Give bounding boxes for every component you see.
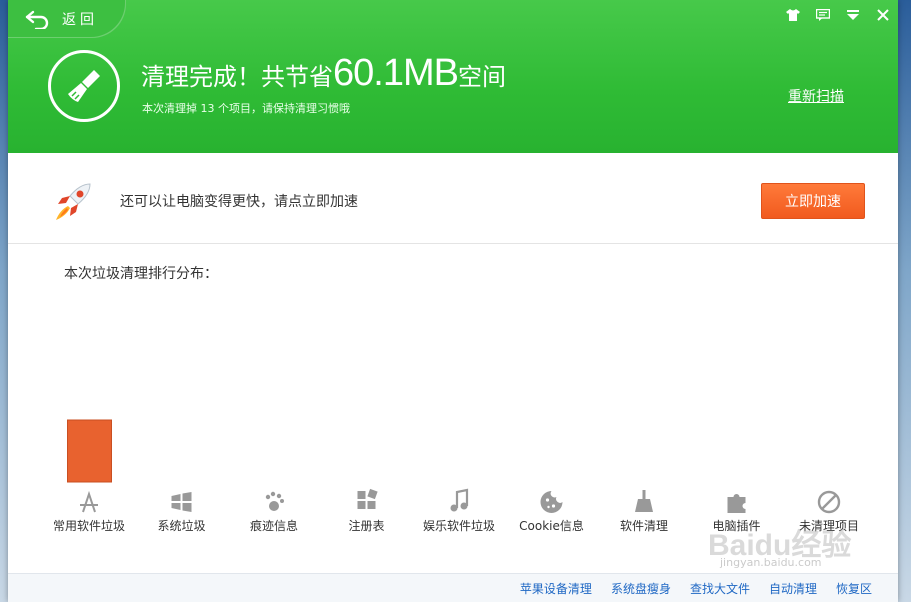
cookie-icon xyxy=(540,491,563,513)
category-label: 注册表 xyxy=(348,518,384,533)
back-button[interactable]: 返回 xyxy=(8,0,126,38)
feedback-icon[interactable] xyxy=(814,6,832,24)
saved-amount: 60.1MB xyxy=(333,52,459,94)
result-header: 返回 清理完成！共节省 60.1MB 空间 本次清理掉 13 个项目，请保持清理… xyxy=(8,0,898,153)
headline-suffix: 空间 xyxy=(457,63,506,91)
footer-link[interactable]: 系统盘瘦身 xyxy=(611,580,671,597)
rocket-icon xyxy=(56,183,91,220)
category-label: 娱乐软件垃圾 xyxy=(423,518,495,533)
menu-icon[interactable] xyxy=(844,6,862,24)
result-subtitle: 本次清理掉 13 个项目，请保持清理习惯哦 xyxy=(142,102,350,115)
footer-bar: 苹果设备清理 系统盘瘦身 查找大文件 自动清理 恢复区 xyxy=(8,573,898,602)
forbidden-icon xyxy=(817,490,841,514)
back-label: 返回 xyxy=(62,12,98,28)
windows-icon xyxy=(171,492,192,512)
bar-0 xyxy=(67,419,112,483)
broom-icon xyxy=(635,490,653,512)
footer-link[interactable]: 苹果设备清理 xyxy=(520,580,592,597)
speedup-banner: 还可以让电脑变得更快，请点立即加速 立即加速 xyxy=(8,153,898,244)
category-label: Cookie信息 xyxy=(519,518,584,533)
footer-link[interactable]: 恢复区 xyxy=(836,580,872,597)
footprint-icon xyxy=(265,491,284,511)
result-headline: 清理完成！共节省 60.1MB 空间 xyxy=(141,52,506,95)
window-controls xyxy=(784,6,892,24)
headline-prefix: 清理完成！共节省 xyxy=(141,63,333,91)
category-label: 痕迹信息 xyxy=(250,518,298,533)
back-arrow-icon xyxy=(25,10,49,29)
watermark-url: jingyan.baidu.com xyxy=(720,556,822,569)
rescan-link[interactable]: 重新扫描 xyxy=(788,86,844,106)
music-icon xyxy=(450,488,469,512)
footer-link[interactable]: 查找大文件 xyxy=(690,580,750,597)
skin-icon[interactable] xyxy=(784,6,802,24)
category-label: 系统垃圾 xyxy=(157,518,205,533)
registry-icon xyxy=(357,488,378,509)
footer-links: 苹果设备清理 系统盘瘦身 查找大文件 自动清理 恢复区 xyxy=(520,580,872,597)
cleanup-result-window: 返回 清理完成！共节省 60.1MB 空间 本次清理掉 13 个项目，请保持清理… xyxy=(8,0,898,602)
close-icon[interactable] xyxy=(874,6,892,24)
distribution-title: 本次垃圾清理排行分布： xyxy=(64,266,218,282)
category-label: 软件清理 xyxy=(620,519,668,533)
broom-badge-icon xyxy=(48,50,120,122)
speedup-message: 还可以让电脑变得更快，请点立即加速 xyxy=(120,194,358,210)
footer-link[interactable]: 自动清理 xyxy=(769,580,817,597)
plugin-icon xyxy=(727,494,746,513)
category-label: 常用软件垃圾 xyxy=(53,518,125,533)
app-store-icon xyxy=(80,490,98,513)
speedup-button[interactable]: 立即加速 xyxy=(761,183,865,219)
junk-distribution-chart: 常用软件垃圾 系统垃圾 痕迹信息 注册表 娱乐软件垃圾 Cookie信息 软件清理 电脑插件未… xyxy=(53,419,859,533)
